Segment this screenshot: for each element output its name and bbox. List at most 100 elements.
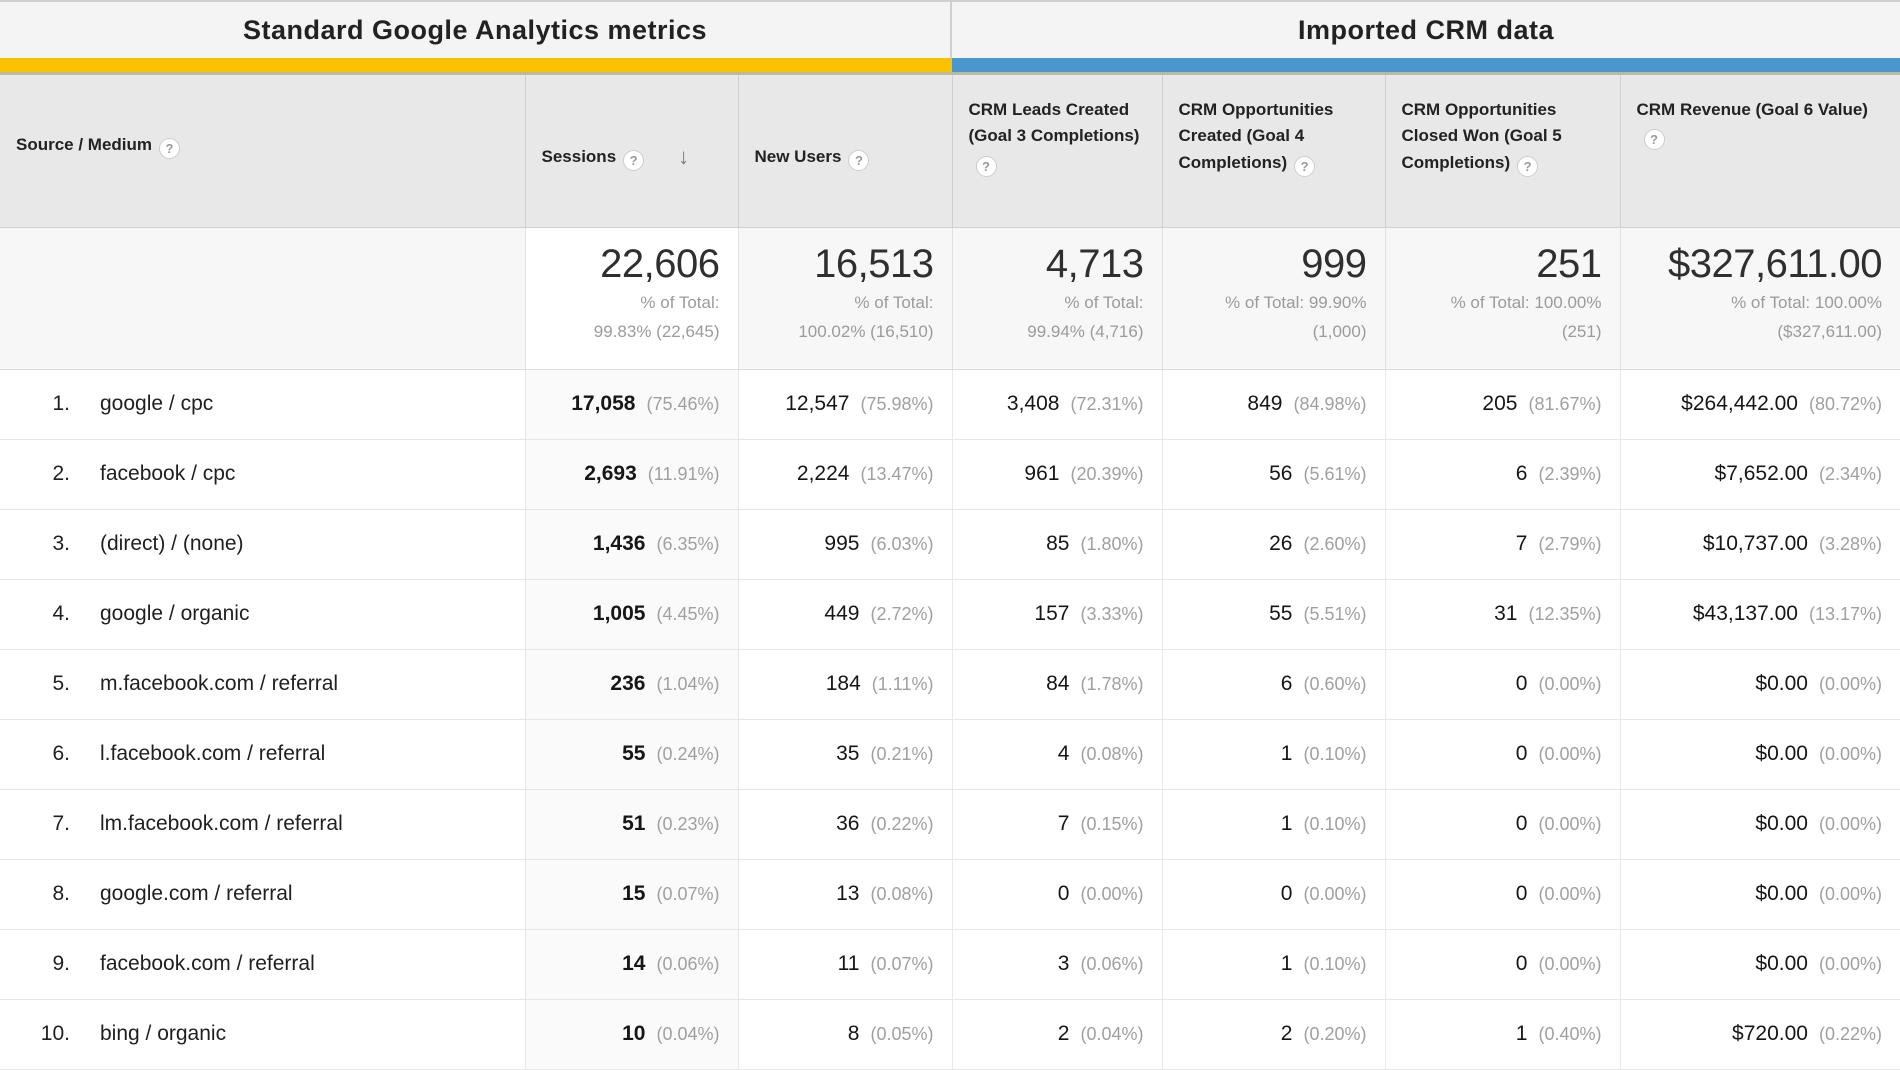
cell-crm-opportunities: 2(0.20%) xyxy=(1162,999,1385,1069)
column-header-new-users[interactable]: New Users? xyxy=(738,75,952,227)
cell-crm-closed-won: 7(2.79%) xyxy=(1385,509,1620,579)
column-group-title-imported-crm: Imported CRM data xyxy=(1298,15,1554,46)
value-crm-revenue: $10,737.00 xyxy=(1703,532,1808,555)
summary-subvalue-crm-leads: 99.94% (4,716) xyxy=(971,321,1144,344)
percent-crm-opportunities: (2.60%) xyxy=(1303,534,1366,554)
percent-crm-leads: (20.39%) xyxy=(1070,464,1143,484)
table-row[interactable]: 6.l.facebook.com / referral55(0.24%)35(0… xyxy=(0,719,1900,789)
column-header-crm-opportunities-closed-won[interactable]: CRM Opportunities Closed Won (Goal 5 Com… xyxy=(1385,75,1620,227)
column-header-source-medium[interactable]: Source / Medium? xyxy=(0,75,525,227)
column-group-imported-crm: Imported CRM data xyxy=(952,2,1900,58)
column-header-crm-opportunities-created[interactable]: CRM Opportunities Created (Goal 4 Comple… xyxy=(1162,75,1385,227)
percent-crm-leads: (1.78%) xyxy=(1080,674,1143,694)
percent-crm-leads: (0.08%) xyxy=(1080,744,1143,764)
cell-crm-revenue: $0.00(0.00%) xyxy=(1620,859,1900,929)
column-header-label-new-users: New Users xyxy=(755,147,842,166)
source-medium-link[interactable]: google / cpc xyxy=(100,392,213,415)
percent-crm-closed-won: (0.00%) xyxy=(1538,884,1601,904)
cell-crm-opportunities: 6 (0.60%) xyxy=(1162,649,1385,719)
percent-crm-opportunities: (84.98%) xyxy=(1293,394,1366,414)
value-crm-revenue: $0.00 xyxy=(1755,882,1808,905)
value-crm-opportunities: 2 xyxy=(1281,1022,1293,1045)
table-row[interactable]: 5.m.facebook.com / referral236(1.04%)184… xyxy=(0,649,1900,719)
help-icon[interactable]: ? xyxy=(159,138,180,159)
column-header-sessions[interactable]: Sessions?↓ xyxy=(525,75,738,227)
percent-new-users: (6.03%) xyxy=(870,534,933,554)
value-crm-opportunities: 6 xyxy=(1281,672,1293,695)
help-icon[interactable]: ? xyxy=(1517,156,1538,177)
help-icon[interactable]: ? xyxy=(1644,129,1665,150)
table-row[interactable]: 2.facebook / cpc2,693(11.91%)2,224(13.47… xyxy=(0,439,1900,509)
summary-sublabel-crm-revenue: % of Total: 100.00% xyxy=(1639,292,1883,315)
summary-cell-sessions: 22,606 % of Total: 99.83% (22,645) xyxy=(525,227,738,369)
source-medium-link[interactable]: bing / organic xyxy=(100,1022,226,1045)
value-crm-leads: 0 xyxy=(1058,882,1070,905)
value-crm-leads: 84 xyxy=(1046,672,1069,695)
percent-sessions: (0.06%) xyxy=(656,954,719,974)
value-crm-closed-won: 7 xyxy=(1516,532,1528,555)
summary-value-crm-closed-won: 251 xyxy=(1404,242,1602,287)
table-row[interactable]: 1.google / cpc17,058(75.46%)12,547(75.98… xyxy=(0,369,1900,439)
table-row[interactable]: 4.google / organic1,005(4.45%)449(2.72%)… xyxy=(0,579,1900,649)
table-row[interactable]: 7.lm.facebook.com / referral51(0.23%)36(… xyxy=(0,789,1900,859)
accent-bar-blue xyxy=(952,58,1900,72)
percent-crm-revenue: (0.00%) xyxy=(1819,744,1882,764)
help-icon[interactable]: ? xyxy=(1294,156,1315,177)
cell-crm-opportunities: 849(84.98%) xyxy=(1162,369,1385,439)
percent-crm-closed-won: (0.00%) xyxy=(1538,954,1601,974)
percent-new-users: (0.08%) xyxy=(870,884,933,904)
arrow-down-icon[interactable]: ↓ xyxy=(678,146,689,168)
help-icon[interactable]: ? xyxy=(848,150,869,171)
table-header: Source / Medium? Sessions?↓ New Users? C… xyxy=(0,75,1900,227)
value-crm-leads: 961 xyxy=(1024,462,1059,485)
source-medium-link[interactable]: google.com / referral xyxy=(100,882,293,905)
column-group-header-band: Standard Google Analytics metrics Import… xyxy=(0,0,1900,58)
column-header-crm-revenue[interactable]: CRM Revenue (Goal 6 Value)? xyxy=(1620,75,1900,227)
source-medium-link[interactable]: (direct) / (none) xyxy=(100,532,244,555)
source-medium-link[interactable]: lm.facebook.com / referral xyxy=(100,812,343,835)
value-crm-revenue: $720.00 xyxy=(1732,1022,1808,1045)
source-medium-link[interactable]: google / organic xyxy=(100,602,249,625)
percent-crm-revenue: (13.17%) xyxy=(1809,604,1882,624)
percent-crm-opportunities: (0.10%) xyxy=(1303,814,1366,834)
value-crm-closed-won: 0 xyxy=(1516,882,1528,905)
source-medium-link[interactable]: facebook / cpc xyxy=(100,462,235,485)
row-index: 7. xyxy=(18,812,70,836)
value-crm-revenue: $0.00 xyxy=(1755,742,1808,765)
cell-source-medium: 6. l.facebook.com / referral xyxy=(0,719,525,789)
table-row[interactable]: 3.(direct) / (none)1,436(6.35%)995(6.03%… xyxy=(0,509,1900,579)
source-medium-link[interactable]: m.facebook.com / referral xyxy=(100,672,338,695)
summary-value-crm-opportunities: 999 xyxy=(1181,242,1367,287)
table-row[interactable]: 10.bing / organic10(0.04%)8(0.05%)2(0.04… xyxy=(0,999,1900,1069)
percent-crm-leads: (0.00%) xyxy=(1080,884,1143,904)
row-index: 6. xyxy=(18,742,70,766)
cell-sessions: 15(0.07%) xyxy=(525,859,738,929)
value-crm-leads: 3 xyxy=(1058,952,1070,975)
percent-crm-opportunities: (0.60%) xyxy=(1303,674,1366,694)
help-icon[interactable]: ? xyxy=(623,150,644,171)
cell-source-medium: 4.google / organic xyxy=(0,579,525,649)
percent-crm-revenue: (80.72%) xyxy=(1809,394,1882,414)
value-crm-leads: 2 xyxy=(1058,1022,1070,1045)
cell-crm-leads: 0 (0.00%) xyxy=(952,859,1162,929)
value-new-users: 2,224 xyxy=(797,462,850,485)
value-crm-closed-won: 0 xyxy=(1516,952,1528,975)
value-new-users: 11 xyxy=(838,952,860,975)
table-row[interactable]: 8.google.com / referral15(0.07%)13(0.08%… xyxy=(0,859,1900,929)
cell-new-users: 11(0.07%) xyxy=(738,929,952,999)
value-crm-opportunities: 55 xyxy=(1269,602,1292,625)
value-crm-closed-won: 0 xyxy=(1516,812,1528,835)
percent-new-users: (13.47%) xyxy=(860,464,933,484)
value-crm-closed-won: 0 xyxy=(1516,742,1528,765)
summary-cell-new-users: 16,513 % of Total: 100.02% (16,510) xyxy=(738,227,952,369)
percent-crm-revenue: (0.00%) xyxy=(1819,674,1882,694)
percent-crm-closed-won: (81.67%) xyxy=(1528,394,1601,414)
value-crm-closed-won: 31 xyxy=(1494,602,1517,625)
column-header-crm-leads-created[interactable]: CRM Leads Created (Goal 3 Completions)? xyxy=(952,75,1162,227)
percent-crm-opportunities: (0.00%) xyxy=(1303,884,1366,904)
help-icon[interactable]: ? xyxy=(976,156,997,177)
source-medium-link[interactable]: l.facebook.com / referral xyxy=(100,742,325,765)
summary-sublabel-crm-leads: % of Total: xyxy=(971,292,1144,315)
table-row[interactable]: 9.facebook.com / referral14(0.06%)11(0.0… xyxy=(0,929,1900,999)
source-medium-link[interactable]: facebook.com / referral xyxy=(100,952,315,975)
